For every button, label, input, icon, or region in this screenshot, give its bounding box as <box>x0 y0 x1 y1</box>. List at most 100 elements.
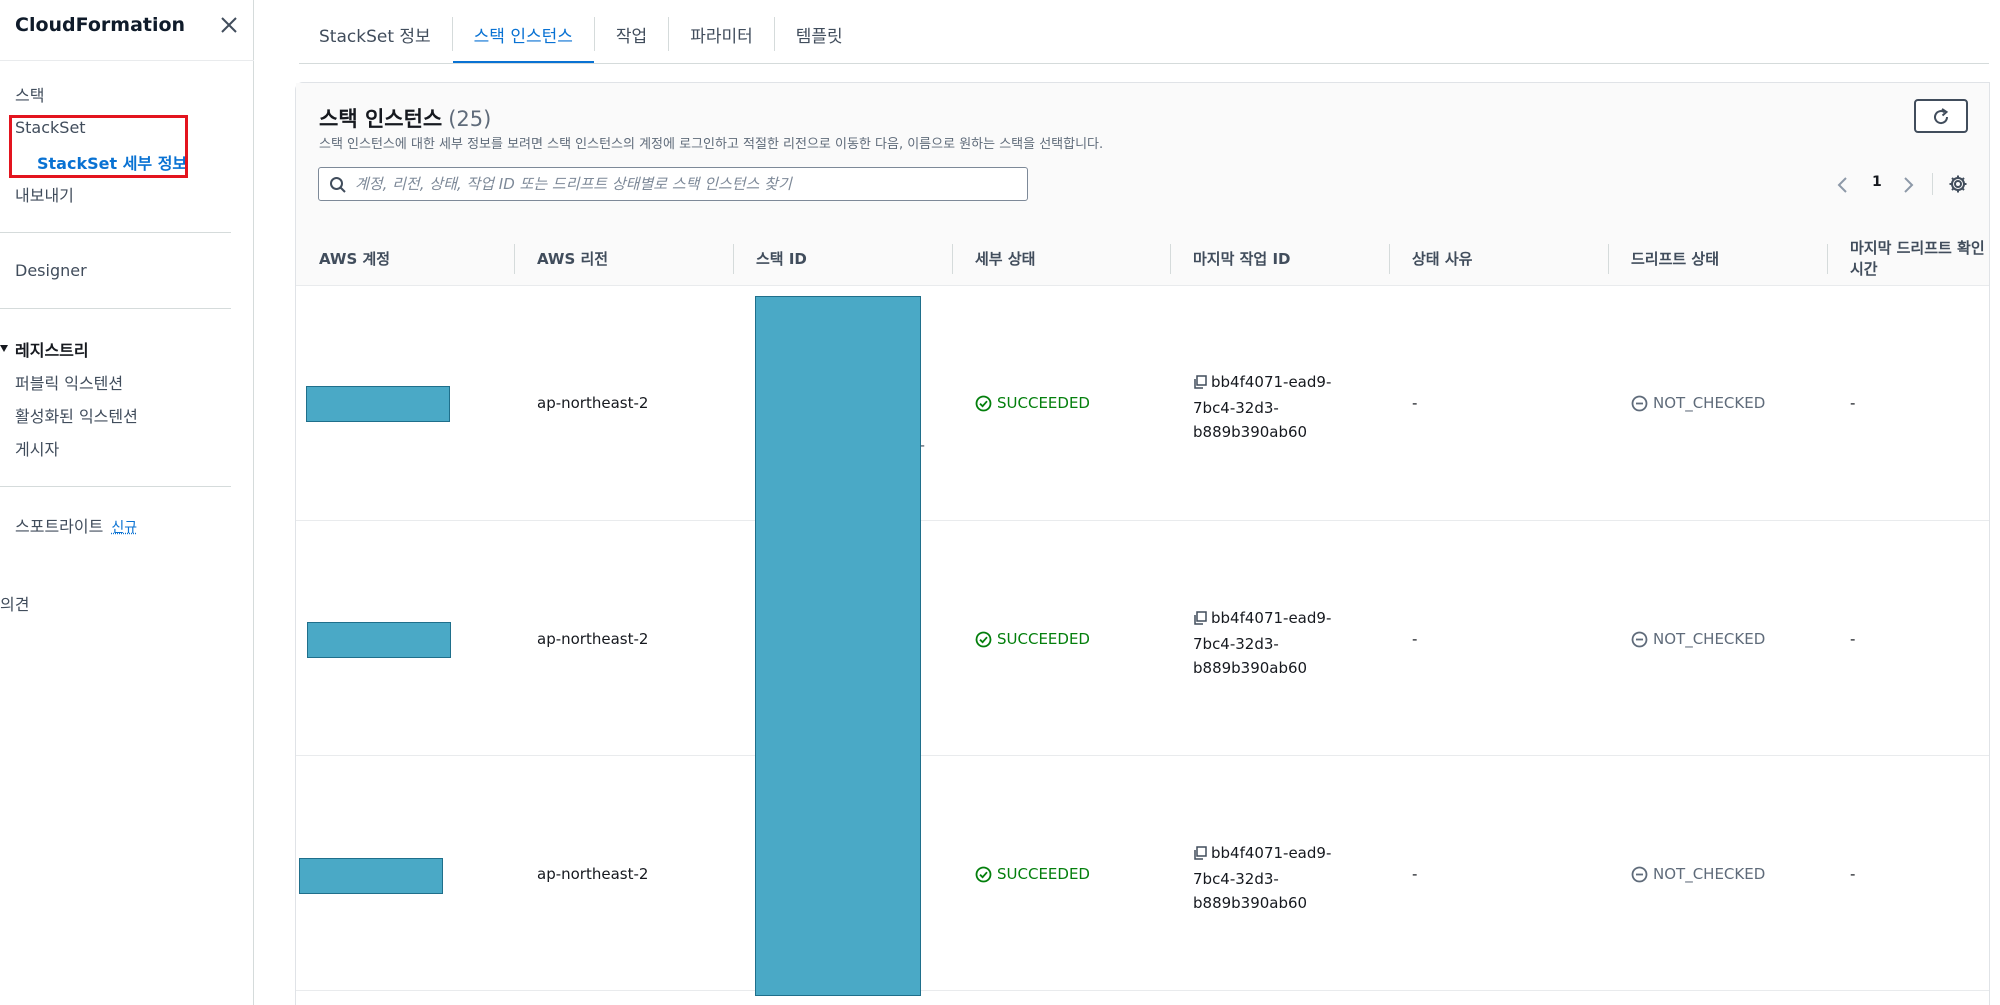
status-badge: SUCCEEDED <box>975 394 1090 412</box>
status-badge: SUCCEEDED <box>975 630 1090 648</box>
minus-circle-icon <box>1631 631 1648 647</box>
copy-icon[interactable] <box>1193 372 1207 396</box>
sidebar-divider <box>0 308 231 309</box>
column-header[interactable]: 상태 사유 <box>1412 231 1472 286</box>
sidebar-item-activated-extensions[interactable]: 활성화된 익스텐션 <box>15 403 138 427</box>
redacted-stack-id <box>755 296 921 996</box>
chevron-right-icon[interactable] <box>1901 175 1915 199</box>
column-header[interactable]: AWS 리전 <box>537 231 608 286</box>
panel-title: 스택 인스턴스 (25) <box>319 103 491 133</box>
check-circle-icon <box>975 866 992 882</box>
column-resizer[interactable] <box>733 244 734 274</box>
table-row[interactable]: ap-northeast-2 : y s SUCCEEDED bb4f4071-… <box>296 756 1989 991</box>
refresh-button[interactable] <box>1914 99 1968 133</box>
panel-description: 스택 인스턴스에 대한 세부 정보를 보려면 스택 인스턴스의 계정에 로그인하… <box>319 137 1104 152</box>
sidebar-item-designer[interactable]: Designer <box>15 261 87 280</box>
page-number[interactable]: 1 <box>1872 174 1882 190</box>
tab-template[interactable]: 템플릿 <box>775 14 864 64</box>
status-text: SUCCEEDED <box>997 394 1090 412</box>
stack-instances-panel: 스택 인스턴스 (25) 스택 인스턴스에 대한 세부 정보를 보려면 스택 인스… <box>295 82 1990 1005</box>
tabs-divider <box>299 63 1989 64</box>
column-header[interactable]: 스택 ID <box>756 231 807 286</box>
column-header[interactable]: 마지막 작업 ID <box>1193 231 1290 286</box>
status-text: SUCCEEDED <box>997 865 1090 883</box>
search-input[interactable] <box>355 168 1015 200</box>
column-resizer[interactable] <box>1170 244 1171 274</box>
tab-stack-instances[interactable]: 스택 인스턴스 <box>452 14 595 64</box>
panel-title-text: 스택 인스턴스 <box>319 107 443 131</box>
close-icon[interactable] <box>218 14 240 36</box>
drift-status-text: NOT_CHECKED <box>1653 865 1766 883</box>
column-header[interactable]: 세부 상태 <box>975 231 1035 286</box>
sidebar-item-spotlight[interactable]: 스포트라이트 신규 <box>15 513 137 537</box>
pagination-divider <box>1932 173 1933 195</box>
redacted-account-id <box>299 858 443 894</box>
sidebar-item-stacks[interactable]: 스택 <box>15 82 44 106</box>
operation-id[interactable]: bb4f4071-ead9-7bc4-32d3-b889b390ab60 <box>1193 373 1331 441</box>
status-reason-cell: - <box>1412 630 1418 648</box>
operation-id[interactable]: bb4f4071-ead9-7bc4-32d3-b889b390ab60 <box>1193 609 1331 677</box>
drift-status-badge: NOT_CHECKED <box>1631 630 1765 648</box>
gear-icon[interactable] <box>1948 174 1968 198</box>
region-cell: ap-northeast-2 <box>537 630 649 648</box>
highlight-annotation <box>9 115 188 178</box>
last-drift-check-cell: - <box>1850 394 1856 412</box>
sidebar-item-public-extensions[interactable]: 퍼블릭 익스텐션 <box>15 370 123 394</box>
drift-status-badge: NOT_CHECKED <box>1631 394 1765 412</box>
chevron-left-icon[interactable] <box>1836 175 1850 199</box>
drift-status-text: NOT_CHECKED <box>1653 630 1766 648</box>
sidebar-divider <box>0 486 231 487</box>
drift-status-text: NOT_CHECKED <box>1653 394 1766 412</box>
side-navigation: CloudFormation 스택 StackSet StackSet 세부 정… <box>0 0 254 1005</box>
sidebar-item-label: 스포트라이트 <box>15 517 104 536</box>
sidebar-divider <box>0 60 254 61</box>
table-row[interactable]: ap-northeast-2 : y 0- SUCCEEDED bb4f4071… <box>296 286 1989 521</box>
tab-operations[interactable]: 작업 <box>595 14 668 64</box>
feedback-link[interactable]: 의견 <box>0 591 29 615</box>
column-header[interactable]: 드리프트 상태 <box>1631 231 1719 286</box>
last-drift-check-cell: - <box>1850 630 1856 648</box>
column-header[interactable]: AWS 계정 <box>319 231 390 286</box>
table-row[interactable]: ap-northeast-2 : y e SUCCEEDED bb4f4071-… <box>296 521 1989 756</box>
last-drift-check-cell: - <box>1850 865 1856 883</box>
operation-id-cell: bb4f4071-ead9-7bc4-32d3-b889b390ab60 <box>1193 841 1353 915</box>
column-resizer[interactable] <box>952 244 953 274</box>
column-resizer[interactable] <box>1608 244 1609 274</box>
status-badge: SUCCEEDED <box>975 865 1090 883</box>
status-reason-cell: - <box>1412 865 1418 883</box>
minus-circle-icon <box>1631 866 1648 882</box>
region-cell: ap-northeast-2 <box>537 394 649 412</box>
status-text: SUCCEEDED <box>997 630 1090 648</box>
pagination: 1 <box>1836 173 1976 197</box>
column-resizer[interactable] <box>1389 244 1390 274</box>
refresh-icon <box>1934 108 1949 125</box>
column-header[interactable]: 마지막 드리프트 확인 시간 <box>1850 231 1991 286</box>
column-resizer[interactable] <box>514 244 515 274</box>
sidebar-header: CloudFormation <box>15 12 240 42</box>
panel-header: 스택 인스턴스 (25) 스택 인스턴스에 대한 세부 정보를 보려면 스택 인스… <box>296 83 1989 231</box>
caret-down-icon[interactable] <box>0 345 8 352</box>
new-badge[interactable]: 신규 <box>111 520 137 536</box>
sidebar-title[interactable]: CloudFormation <box>15 14 185 36</box>
region-cell: ap-northeast-2 <box>537 865 649 883</box>
redacted-account-id <box>306 386 450 422</box>
search-field[interactable] <box>318 167 1028 201</box>
sidebar-section-registry[interactable]: 레지스트리 <box>15 337 89 361</box>
search-icon <box>329 176 347 194</box>
tab-stackset-info[interactable]: StackSet 정보 <box>299 14 452 64</box>
sidebar-item-publisher[interactable]: 게시자 <box>15 436 59 460</box>
redacted-account-id <box>307 622 451 658</box>
status-reason-cell: - <box>1412 394 1418 412</box>
tab-parameters[interactable]: 파라미터 <box>669 14 774 64</box>
instance-count: (25) <box>448 107 492 131</box>
check-circle-icon <box>975 631 992 647</box>
drift-status-badge: NOT_CHECKED <box>1631 865 1765 883</box>
operation-id[interactable]: bb4f4071-ead9-7bc4-32d3-b889b390ab60 <box>1193 844 1331 912</box>
copy-icon[interactable] <box>1193 608 1207 632</box>
tab-bar: StackSet 정보 스택 인스턴스 작업 파라미터 템플릿 <box>299 14 864 64</box>
sidebar-item-exports[interactable]: 내보내기 <box>15 182 74 206</box>
minus-circle-icon <box>1631 395 1648 411</box>
copy-icon[interactable] <box>1193 843 1207 867</box>
column-resizer[interactable] <box>1827 244 1828 274</box>
check-circle-icon <box>975 395 992 411</box>
